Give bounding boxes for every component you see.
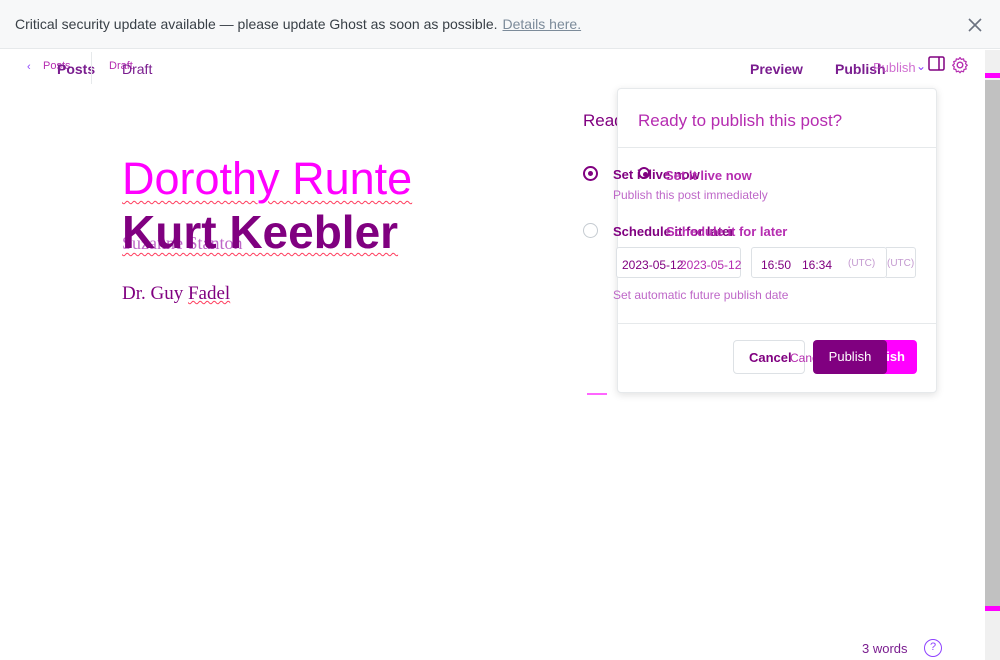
chevron-left-icon: ‹	[27, 61, 31, 73]
security-banner: Critical security update available — ple…	[0, 0, 1000, 49]
ghost-timezone-label: (UTC)	[887, 258, 915, 269]
author-prefix: Dr. Guy	[122, 283, 188, 304]
gear-icon[interactable]	[951, 56, 969, 74]
editor-header: ‹ Posts Posts Draft Draft Preview Publis…	[0, 50, 985, 86]
schedule-later-radio[interactable]	[583, 223, 598, 238]
back-link[interactable]: ‹	[27, 61, 41, 73]
banner-message-text: Critical security update available — ple…	[15, 16, 498, 32]
sidebar-toggle-icon[interactable]	[928, 56, 946, 72]
post-status-label: Draft	[122, 61, 153, 77]
post-subtitle[interactable]: Kurt Keebler	[122, 205, 398, 259]
schedule-time-value: 16:50	[761, 258, 792, 272]
focus-marker	[587, 393, 607, 395]
preview-button[interactable]: Preview	[750, 61, 803, 77]
timezone-label: (UTC)	[848, 258, 876, 269]
ghost-schedule-time-value: 16:34	[802, 258, 833, 272]
chevron-down-icon[interactable]: ⌄	[916, 59, 926, 73]
close-icon[interactable]	[964, 14, 986, 36]
word-count: 3 words	[862, 641, 908, 656]
dropdown-divider	[618, 323, 936, 324]
post-title[interactable]: Dorothy Runte	[122, 153, 412, 205]
publish-now-description: Publish this post immediately	[613, 188, 768, 202]
schedule-date-value: 2023-05-12	[622, 258, 684, 272]
dropdown-divider	[618, 147, 936, 148]
help-icon[interactable]: ?	[924, 639, 942, 657]
ghost-publish-now-radio	[638, 167, 650, 179]
post-author[interactable]: Dr. Guy Fadel	[122, 283, 230, 305]
publish-dropdown-title: Ready to publish this post?	[638, 111, 843, 130]
scrollbar-thumb[interactable]	[985, 80, 1000, 606]
author-surname: Fadel	[187, 283, 231, 304]
scroll-marker-bottom	[985, 606, 1000, 611]
publish-button[interactable]: Publish	[813, 340, 887, 374]
header-divider	[91, 52, 92, 84]
scroll-marker-top	[985, 73, 1000, 78]
ghost-publish-now-label: Set it live now	[665, 168, 752, 183]
ghost-schedule-date-value: 2023-05-12	[680, 258, 742, 272]
ghost-publish-menu-label: Publish	[873, 60, 916, 75]
schedule-help-text: Set automatic future publish date	[613, 288, 789, 302]
gear-icon-svg	[952, 56, 968, 74]
publish-now-radio[interactable]	[583, 166, 598, 181]
ghost-schedule-later-label: Schedule it for later	[666, 224, 788, 239]
sidebar-toggle-svg	[928, 56, 945, 71]
banner-message: Critical security update available — ple…	[15, 16, 581, 32]
back-to-posts-link[interactable]: Posts	[57, 61, 95, 77]
close-icon-svg	[968, 18, 982, 32]
banner-details-link[interactable]: Details here.	[503, 16, 582, 32]
